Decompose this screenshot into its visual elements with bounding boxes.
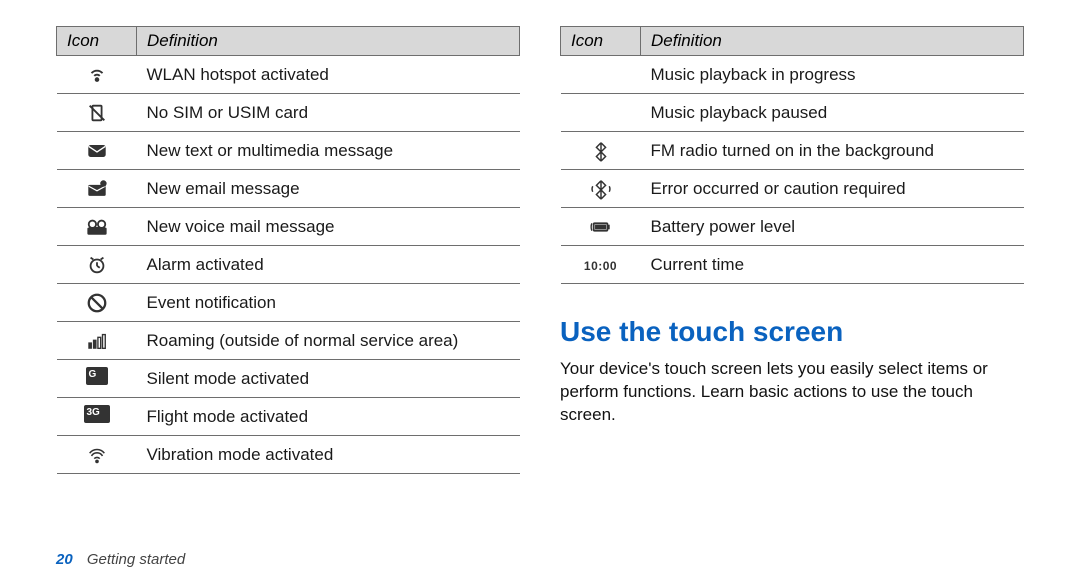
table-header-definition: Definition [641, 27, 1024, 56]
table-row: Vibration mode activated [57, 436, 520, 474]
new-message-icon [86, 140, 108, 162]
table-row: New voice mail message [57, 208, 520, 246]
page-columns: Icon Definition WLAN hotspot activated [56, 26, 1024, 474]
table-row: WLAN hotspot activated [57, 56, 520, 94]
definition-cell: FM radio turned on in the background [641, 132, 1024, 170]
table-row: Music playback paused [561, 94, 1024, 132]
definition-cell: Roaming (outside of normal service area) [137, 322, 520, 360]
page-number: 20 [56, 551, 73, 568]
table-row: Music playback in progress [561, 56, 1024, 94]
no-sim-icon [86, 102, 108, 124]
table-row: Roaming (outside of normal service area) [57, 322, 520, 360]
silent-mode-icon [86, 367, 108, 385]
page-footer: 20 Getting started [56, 551, 185, 568]
table-row: New text or multimedia message [57, 132, 520, 170]
table-row: Event notification [57, 284, 520, 322]
error-caution-icon [590, 178, 612, 200]
left-icon-table: Icon Definition WLAN hotspot activated [56, 26, 520, 474]
right-icon-table: Icon Definition Music playback in progre… [560, 26, 1024, 284]
left-column: Icon Definition WLAN hotspot activated [56, 26, 520, 474]
definition-cell: No SIM or USIM card [137, 94, 520, 132]
roaming-icon [86, 330, 108, 352]
definition-cell: Event notification [137, 284, 520, 322]
table-header-icon: Icon [561, 27, 641, 56]
definition-cell: Music playback paused [641, 94, 1024, 132]
flight-mode-icon [84, 405, 110, 423]
fm-radio-icon [590, 140, 612, 162]
vibration-mode-icon [86, 444, 108, 466]
table-row: Alarm activated [57, 246, 520, 284]
table-row: New email message [57, 170, 520, 208]
table-row: FM radio turned on in the background [561, 132, 1024, 170]
definition-cell: Error occurred or caution required [641, 170, 1024, 208]
table-row: 10:00 Current time [561, 246, 1024, 284]
table-header-definition: Definition [137, 27, 520, 56]
event-notification-icon [86, 292, 108, 314]
definition-cell: Flight mode activated [137, 398, 520, 436]
definition-cell: Current time [641, 246, 1024, 284]
alarm-icon [86, 254, 108, 276]
footer-section-name: Getting started [87, 551, 185, 568]
definition-cell: Music playback in progress [641, 56, 1024, 94]
table-row: Error occurred or caution required [561, 170, 1024, 208]
table-row: Battery power level [561, 208, 1024, 246]
section-body: Your device's touch screen lets you easi… [560, 358, 1024, 427]
definition-cell: New text or multimedia message [137, 132, 520, 170]
right-column: Icon Definition Music playback in progre… [560, 26, 1024, 474]
definition-cell: Vibration mode activated [137, 436, 520, 474]
wlan-hotspot-icon [86, 64, 108, 86]
table-header-icon: Icon [57, 27, 137, 56]
clock-time-text: 10:00 [584, 259, 617, 273]
voicemail-icon [86, 216, 108, 238]
section-heading: Use the touch screen [560, 316, 1024, 348]
definition-cell: Silent mode activated [137, 360, 520, 398]
definition-cell: New voice mail message [137, 208, 520, 246]
table-row: Silent mode activated [57, 360, 520, 398]
definition-cell: Alarm activated [137, 246, 520, 284]
table-row: Flight mode activated [57, 398, 520, 436]
battery-level-icon [590, 216, 612, 238]
definition-cell: WLAN hotspot activated [137, 56, 520, 94]
definition-cell: New email message [137, 170, 520, 208]
new-email-icon [86, 178, 108, 200]
definition-cell: Battery power level [641, 208, 1024, 246]
table-row: No SIM or USIM card [57, 94, 520, 132]
